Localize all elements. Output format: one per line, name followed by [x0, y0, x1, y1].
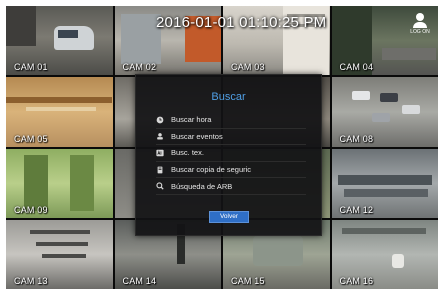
camera-label: CAM 09 — [14, 204, 48, 215]
camera-tile-01[interactable]: CAM 01 — [6, 6, 113, 76]
camera-label: CAM 08 — [339, 133, 374, 144]
menu-item-event-search[interactable]: Buscar eventos — [156, 129, 306, 146]
search-dialog: Buscar Buscar hora Buscar eventos Busc. … — [135, 74, 322, 236]
camera-label: CAM 13 — [14, 276, 48, 286]
camera-label: CAM 14 — [122, 276, 157, 286]
search-menu: Buscar hora Buscar eventos Busc. tex. Bu… — [156, 112, 306, 195]
camera-label: CAM 04 — [339, 62, 374, 73]
menu-item-label: Buscar eventos — [171, 131, 223, 141]
camera-label: CAM 03 — [231, 62, 265, 73]
dialog-title: Buscar — [211, 91, 246, 103]
menu-item-label: Búsqueda de ARB — [171, 181, 233, 191]
backup-icon — [156, 166, 164, 174]
arb-icon — [156, 182, 164, 190]
user-badge-label: LOG ON — [410, 29, 430, 35]
camera-tile-16[interactable]: CAM 16 — [331, 219, 438, 289]
timestamp: 2016-01-01 01:10:25 PM — [156, 14, 327, 31]
camera-tile-12[interactable]: CAM 12 — [331, 148, 438, 218]
menu-item-time-search[interactable]: Buscar hora — [156, 112, 306, 129]
menu-item-arb-search[interactable]: Búsqueda de ARB — [156, 178, 306, 195]
menu-item-backup-search[interactable]: Buscar copia de seguric — [156, 162, 306, 179]
menu-item-text-search[interactable]: Busc. tex. — [156, 145, 306, 162]
camera-label: CAM 05 — [14, 133, 48, 144]
camera-label: CAM 15 — [231, 276, 265, 286]
clock-icon — [156, 116, 164, 124]
camera-tile-08[interactable]: CAM 08 — [331, 77, 438, 147]
camera-label: CAM 01 — [14, 62, 48, 73]
camera-tile-09[interactable]: CAM 09 — [6, 148, 113, 218]
camera-label: CAM 02 — [122, 62, 157, 73]
nvr-live-view: CAM 01 CAM 02 CAM 03 CAM 04 CAM 05 CAM 0… — [6, 6, 438, 289]
menu-item-label: Buscar hora — [171, 115, 212, 125]
camera-tile-05[interactable]: CAM 05 — [6, 77, 113, 147]
text-icon — [156, 149, 164, 157]
camera-tile-13[interactable]: CAM 13 — [6, 219, 113, 289]
user-icon — [408, 13, 432, 28]
menu-item-label: Busc. tex. — [171, 148, 204, 158]
camera-label: CAM 12 — [339, 204, 374, 215]
event-icon — [156, 132, 164, 140]
user-badge[interactable]: LOG ON — [408, 13, 432, 35]
menu-item-label: Buscar copia de seguric — [171, 165, 252, 175]
back-button[interactable]: Volver — [209, 211, 249, 223]
camera-label: CAM 16 — [339, 276, 374, 286]
